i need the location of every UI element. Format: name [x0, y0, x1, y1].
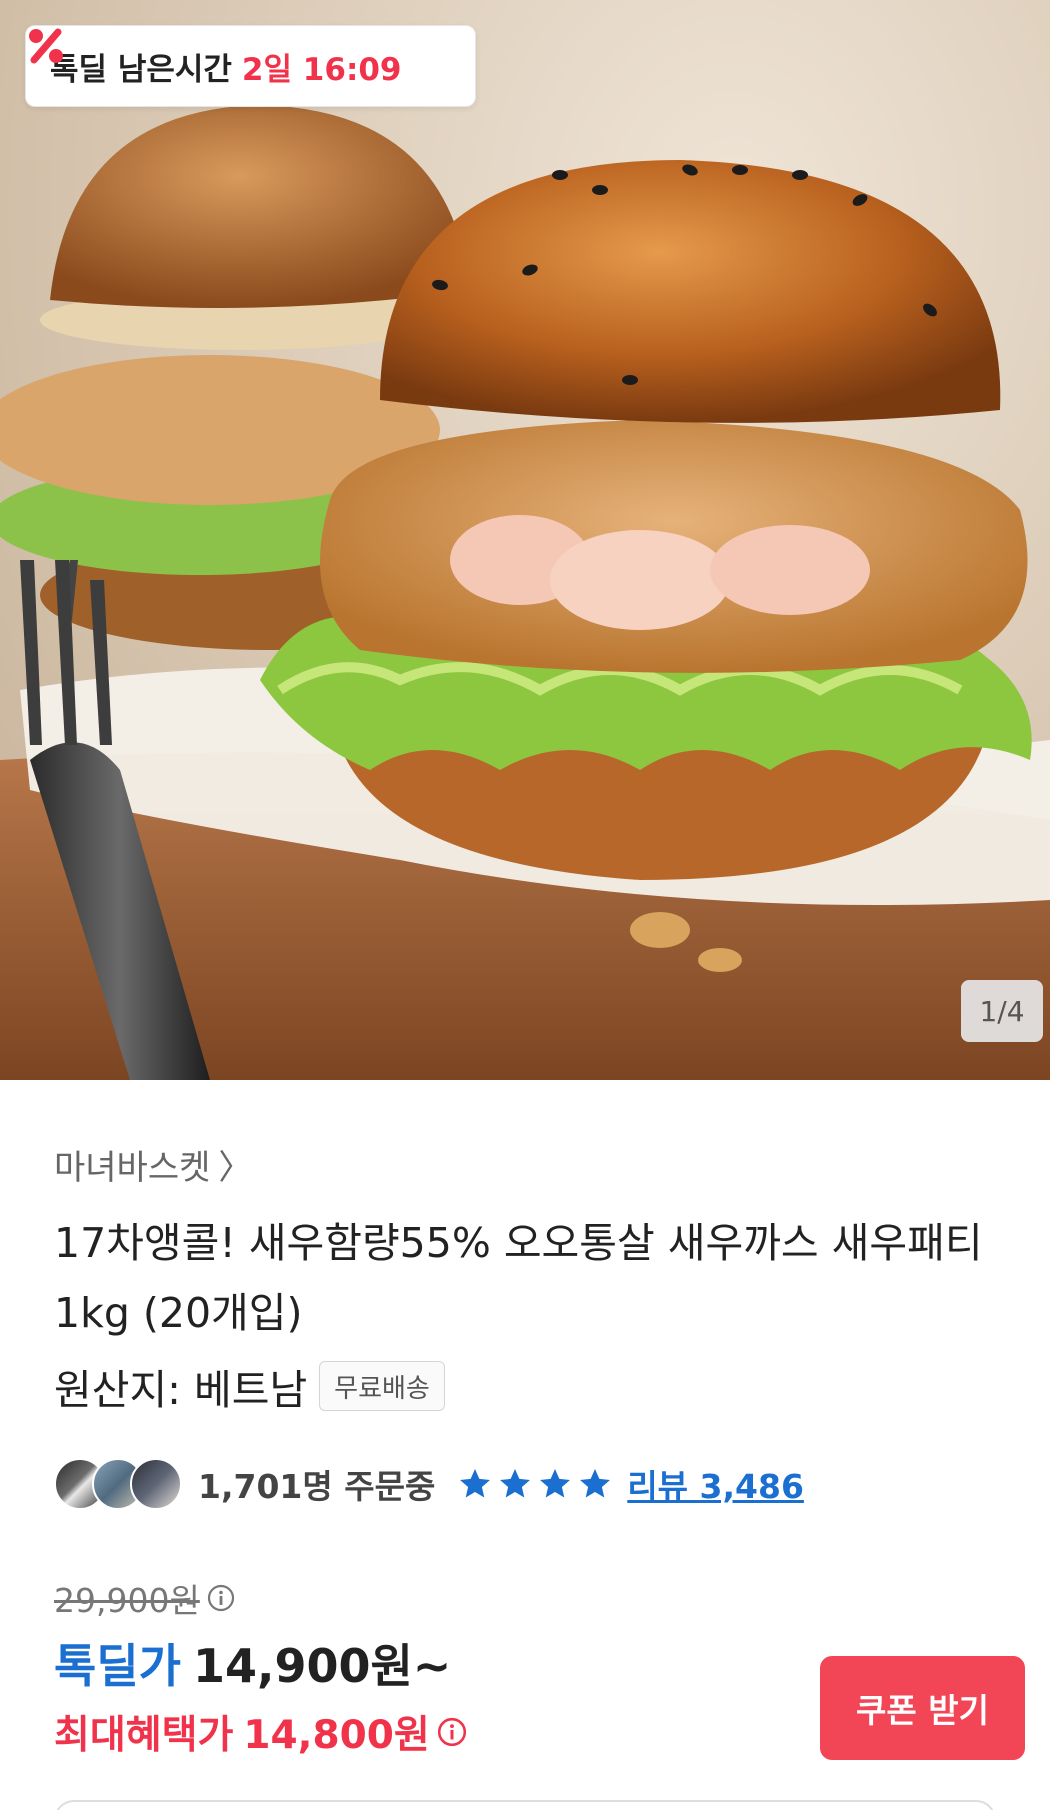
info-icon[interactable] [436, 1716, 468, 1748]
deal-price: 14,900원~ [192, 1639, 452, 1693]
free-shipping-badge: 무료배송 [319, 1361, 445, 1411]
rating-stars [457, 1466, 617, 1502]
social-proof-row: 1,701명 주문중 리뷰 3,486 [54, 1458, 804, 1510]
seller-link[interactable]: 마녀바스켓 〉 [54, 1140, 252, 1189]
star-icon [500, 1469, 531, 1498]
burger-illustration [0, 105, 1050, 1080]
bottom-panel-edge [54, 1800, 996, 1810]
max-benefit-row: 최대혜택가 14,800원 [54, 1704, 468, 1760]
chevron-right-icon: 〉 [218, 1148, 253, 1188]
avatar [130, 1458, 182, 1510]
product-title: 17차앵콜! 새우함량55% 오오통살 새우까스 새우패티 1kg (20개입) [54, 1219, 983, 1337]
max-benefit-price: 14,800원 [243, 1713, 430, 1758]
info-icon[interactable] [206, 1583, 236, 1613]
discount-percent-icon [29, 28, 63, 64]
origin-row: 원산지: 베트남 무료배송 [54, 1356, 445, 1416]
deal-timer-badge: 톡딜 남은시간 2일 16:09 [25, 25, 476, 107]
review-link[interactable]: 리뷰 3,486 [627, 1460, 804, 1508]
original-price-row: 29,900원 [54, 1574, 236, 1622]
buyer-avatars [54, 1458, 182, 1510]
timer-label: 톡딜 남은시간 [50, 51, 232, 88]
get-coupon-button[interactable]: 쿠폰 받기 [820, 1656, 1025, 1760]
gallery-page-counter: 1/4 [961, 980, 1043, 1042]
origin-text: 원산지: 베트남 [54, 1366, 308, 1414]
order-count: 1,701명 주문중 [198, 1467, 436, 1506]
max-benefit-label: 최대혜택가 [54, 1713, 234, 1758]
seller-name: 마녀바스켓 [54, 1148, 211, 1188]
star-icon [580, 1469, 611, 1498]
star-icon [540, 1469, 571, 1498]
product-image[interactable]: 톡딜 남은시간 2일 16:09 1/4 [0, 0, 1050, 1080]
deal-price-row: 톡딜가 14,900원~ [54, 1630, 451, 1696]
original-price: 29,900원 [54, 1581, 200, 1620]
star-icon [460, 1469, 491, 1498]
timer-value: 2일 16:09 [241, 51, 402, 88]
deal-price-label: 톡딜가 [54, 1639, 181, 1693]
